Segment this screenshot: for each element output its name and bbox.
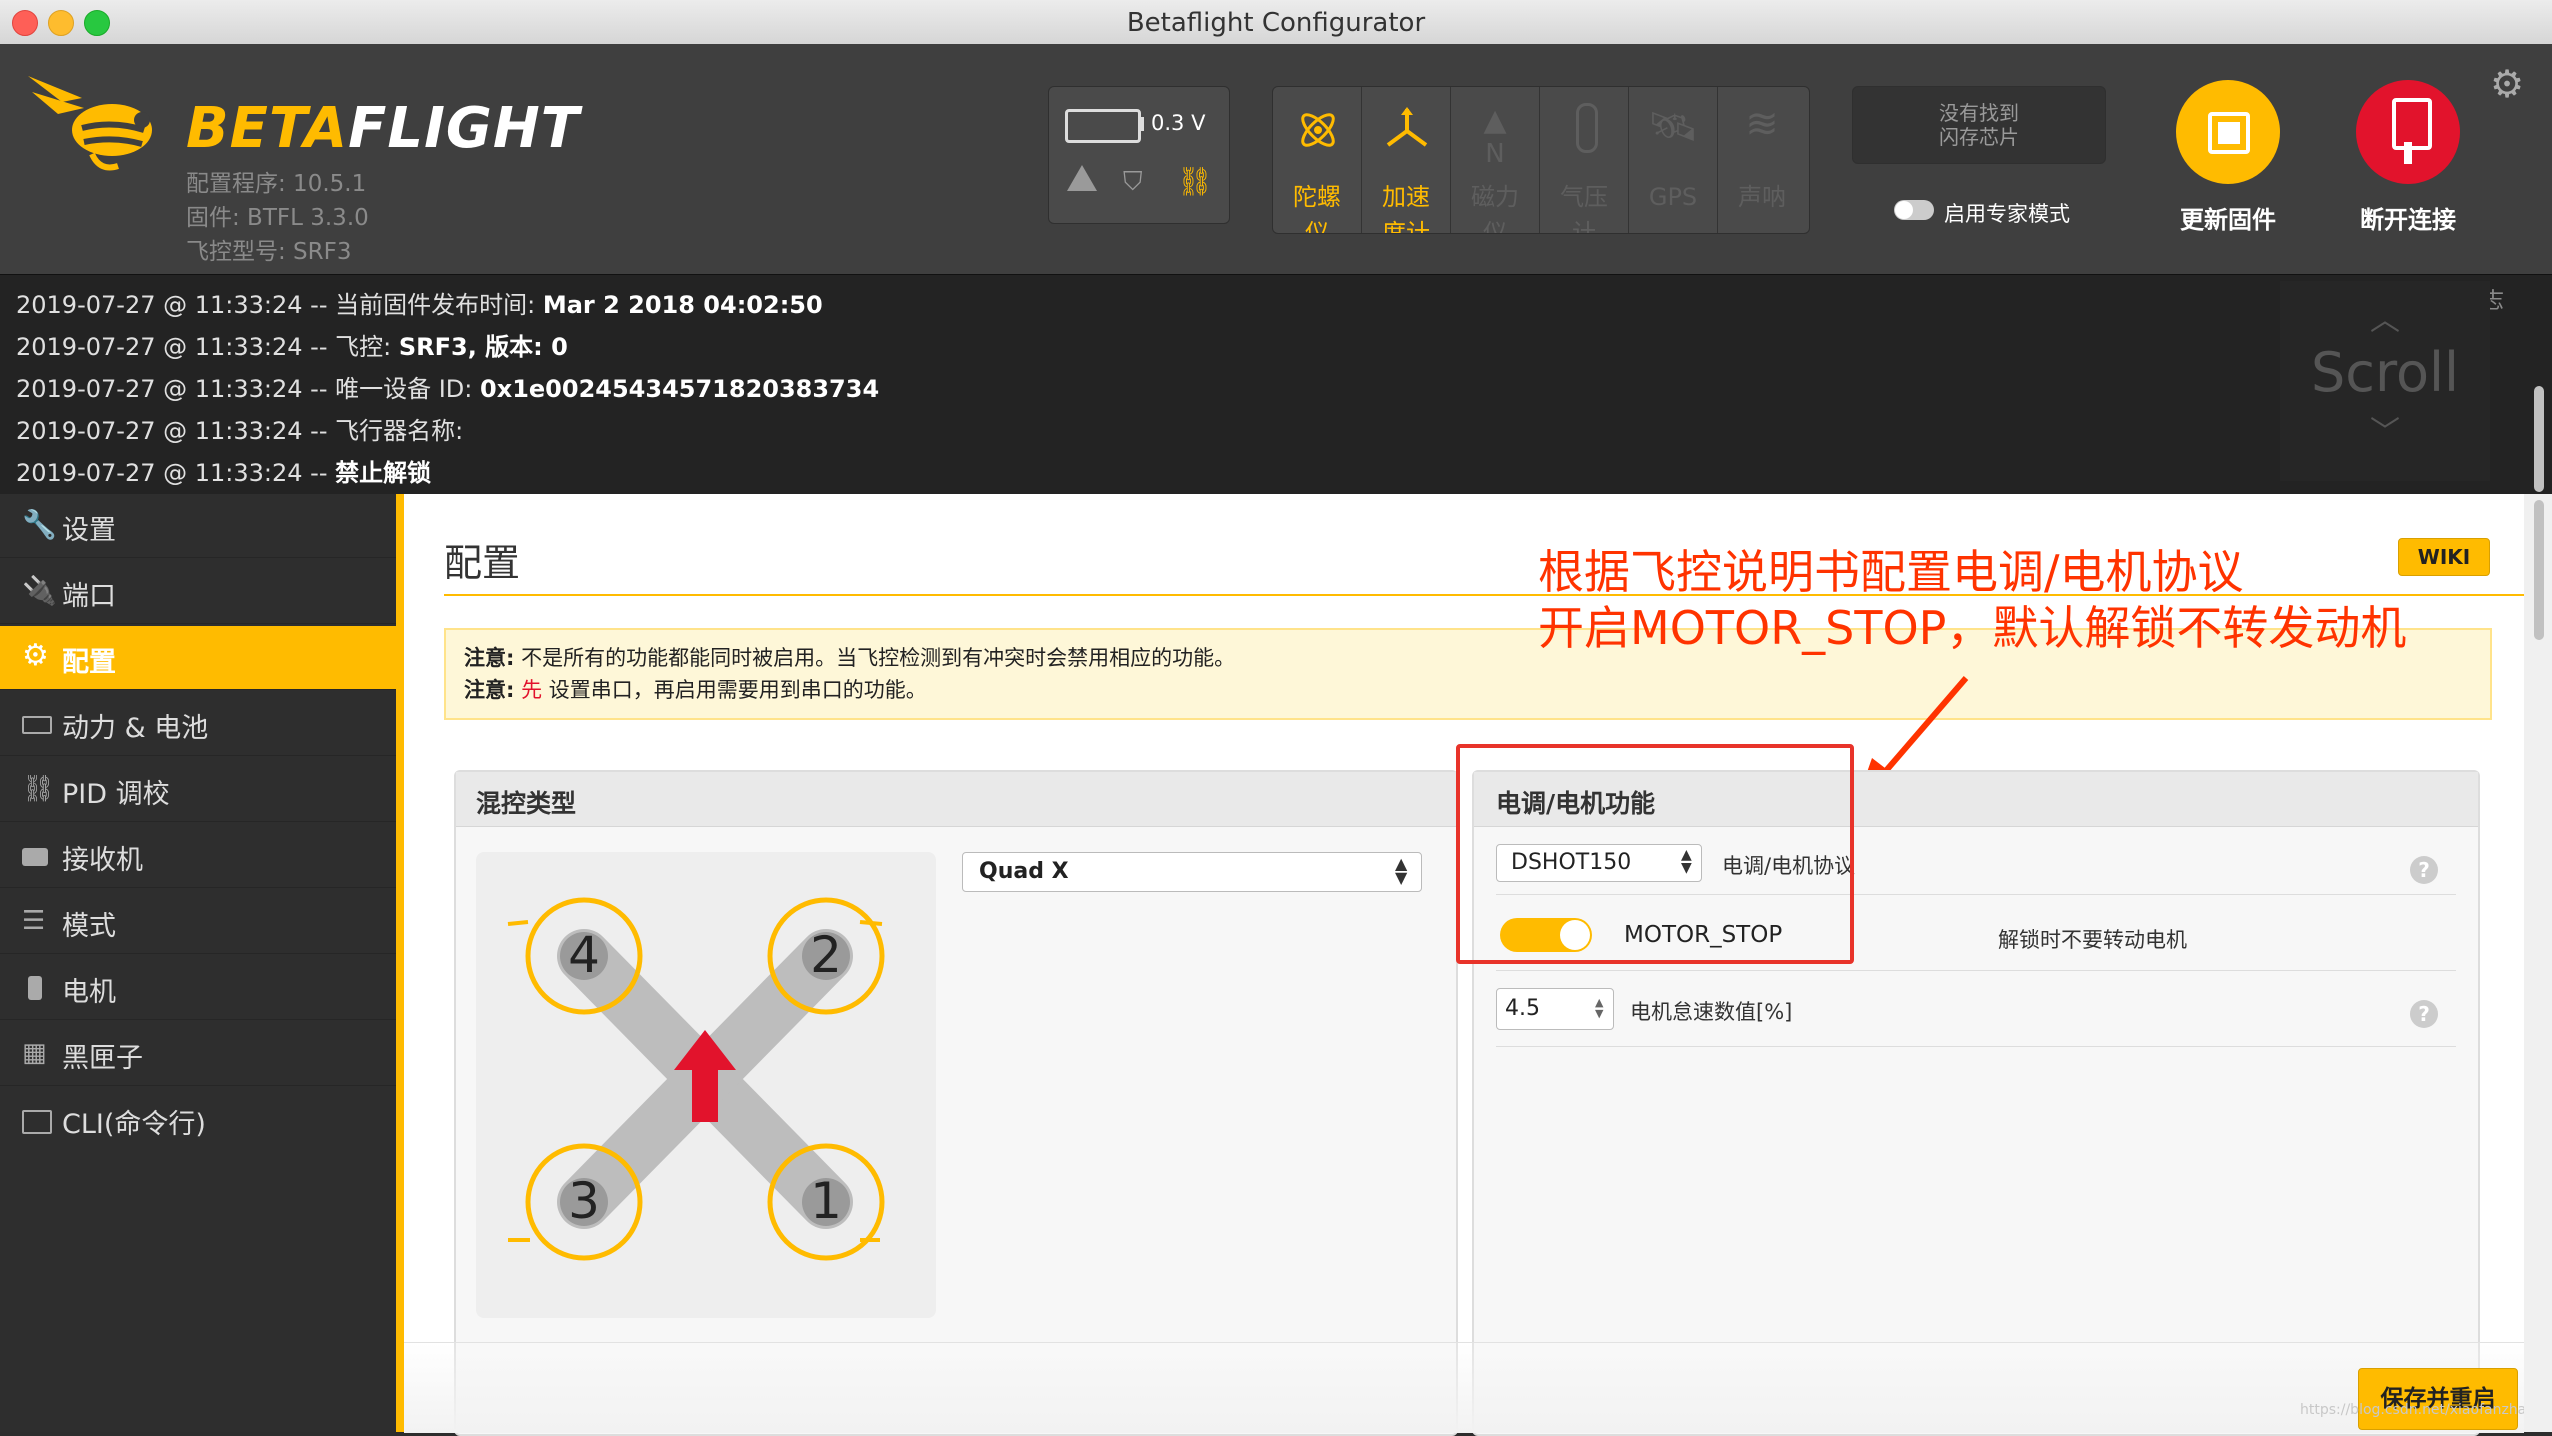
configuration-page: 配置 WIKI 注意: 不是所有的功能都能同时被启用。当飞控检测到有冲突时会禁用… [404,494,2552,1436]
nav-item-setup[interactable]: 🔧 设置 [0,494,396,558]
page-title: 配置 [444,541,521,585]
save-and-reboot-button[interactable]: 保存并重启 [2358,1368,2518,1430]
annotation-text: 根据飞控说明书配置电调/电机协议 开启MOTOR_STOP，默认解锁不转发动机 [1538,545,2407,655]
usb-icon [2392,98,2432,150]
help-icon[interactable]: ? [2410,856,2438,884]
battery-voltage: 0.3 V [1151,111,1206,135]
gyro-icon [1301,113,1335,147]
mixer-panel: 混控类型 4 2 3 1 Quad X ▲ ▼ [454,770,1458,1436]
sensor-sonar: ≋ 声呐 [1718,87,1806,233]
window-titlebar: Betaflight Configurator [0,0,2552,45]
thermometer-icon [1576,103,1598,153]
firmware-version: 固件: BTFL 3.3.0 [186,205,369,231]
flash-status: 没有找到 闪存芯片 [1852,86,2106,164]
log-panel: 2019-07-27 @ 11:33:24 -- 当前固件发布时间: Mar 2… [0,274,2552,495]
board-name: 飞控型号: SRF3 [186,239,352,265]
toggles-icon: ☰ [22,906,46,936]
log-line: 2019-07-27 @ 11:33:24 -- 飞行器名称: [16,417,464,445]
bottom-toolbar [404,1342,2524,1433]
warning-icon [1067,165,1097,191]
link-icon: ⛓ [1177,165,1213,198]
motor-label: 2 [810,926,842,984]
parachute-icon: ⛉ [1123,167,1143,197]
sensor-magnetometer: ▲ N 磁力仪 [1451,87,1540,233]
log-line: 2019-07-27 @ 11:33:24 -- 当前固件发布时间: Mar 2… [16,291,823,319]
magnetometer-icon: ▲ [1483,103,1507,138]
sidebar: 🔧 设置 🔌 端口 ⚙ 配置 动力 & 电池 ⛓ PID 调校 接收机 ☰ 模式… [0,494,396,1432]
sensor-gyro: 陀螺仪 [1273,87,1362,233]
sensor-barometer: 气压计 [1540,87,1629,233]
help-icon[interactable]: ? [2410,1000,2438,1028]
plug-icon: 🔌 [22,574,57,607]
log-line: 2019-07-27 @ 11:33:24 -- 唯一设备 ID: 0x1e00… [16,375,880,403]
log-scroll-hint: ︿ Scroll ﹀ [2280,281,2490,481]
sensor-accelerometer: 加速度计 [1362,87,1451,233]
quad-x-diagram: 4 2 3 1 [476,852,936,1318]
app-header: BETAFLIGHT 配置程序: 10.5.1 固件: BTFL 3.3.0 飞… [0,44,2552,274]
motor-stop-description: 解锁时不要转动电机 [1998,928,2187,952]
motor-idle-label: 电机怠速数值[%] [1630,1000,1793,1024]
satellite-icon: 🛰 [1647,104,1699,150]
nav-item-configuration[interactable]: ⚙ 配置 [0,626,396,690]
mixer-title: 混控类型 [476,789,577,818]
quad-x-diagram-svg: 4 2 3 1 [507,897,885,1261]
sensors-panel: 陀螺仪 加速度计 ▲ N 磁力仪 气压计 🛰 GPS ≋ 声呐 [1272,86,1810,234]
sidebar-accent-bar [396,494,404,1432]
status-panel: 0.3 V ⛉ ⛓ [1048,86,1230,224]
content-scrollbar-thumb[interactable] [2534,500,2544,640]
brand-name: BETAFLIGHT [186,96,580,161]
log-scrollbar-thumb[interactable] [2534,386,2544,492]
terminal-icon [22,1110,52,1134]
nav-item-power-battery[interactable]: 动力 & 电池 [0,692,396,756]
motor-icon [28,976,42,1000]
stepper-arrows-icon[interactable]: ▲ ▼ [1595,997,1603,1019]
configurator-version: 配置程序: 10.5.1 [186,171,367,197]
wiki-button[interactable]: WIKI [2398,538,2490,576]
nav-item-pid-tuning[interactable]: ⛓ PID 调校 [0,758,396,822]
sensor-gps: 🛰 GPS [1629,87,1718,233]
gear-icon: ⚙ [22,638,49,673]
wrench-icon: 🔧 [22,508,57,541]
window-title: Betaflight Configurator [1126,8,1426,38]
pid-icon: ⛓ [22,774,56,804]
select-arrows-icon: ▲ ▼ [1395,854,1408,887]
mixer-type-select[interactable]: Quad X ▲ ▼ [962,852,1422,892]
sonar-icon: ≋ [1745,101,1779,147]
expert-mode-label: 启用专家模式 [1944,202,2070,226]
motor-label: 3 [568,1172,600,1230]
receiver-icon [22,848,48,866]
motor-label: 4 [568,926,600,984]
settings-gear-icon[interactable]: ⚙ [2490,62,2524,106]
nav-item-receiver[interactable]: 接收机 [0,824,396,888]
note-line: 注意: 先 设置串口，再启用需要用到串口的功能。 [464,678,927,702]
annotation-highlight-box [1456,744,1854,964]
motor-label: 1 [810,1172,842,1230]
watermark: https://blog.csdn.net/xiaofanzhandan [2300,1402,2552,1418]
log-line: 2019-07-27 @ 11:33:24 -- 飞控: SRF3, 版本: 0 [16,333,568,361]
log-line: 2019-07-27 @ 11:33:24 -- 禁止解锁 [16,459,432,487]
accelerometer-icon [1386,107,1428,147]
nav-item-ports[interactable]: 🔌 端口 [0,560,396,624]
nav-item-blackbox[interactable]: ▦ 黑匣子 [0,1022,396,1086]
update-firmware-button[interactable] [2176,80,2280,184]
nav-item-modes[interactable]: ☰ 模式 [0,890,396,954]
chevron-up-icon: ︿ [2370,303,2400,338]
note-line: 注意: 不是所有的功能都能同时被启用。当飞控检测到有冲突时会禁用相应的功能。 [464,646,1236,670]
update-firmware-label: 更新固件 [2180,206,2276,234]
betaflight-logo-icon [28,76,152,171]
nav-item-cli[interactable]: CLI(命令行) [0,1088,396,1152]
disconnect-label: 断开连接 [2360,206,2456,234]
chevron-down-icon: ﹀ [2370,415,2400,450]
blackbox-icon: ▦ [22,1038,47,1068]
expert-mode-toggle[interactable] [1894,200,1934,220]
battery-icon [1065,109,1141,143]
disconnect-button[interactable] [2356,80,2460,184]
battery-icon [22,716,52,734]
motor-idle-input[interactable]: 4.5 ▲ ▼ [1496,988,1614,1030]
nav-item-motors[interactable]: 电机 [0,956,396,1020]
